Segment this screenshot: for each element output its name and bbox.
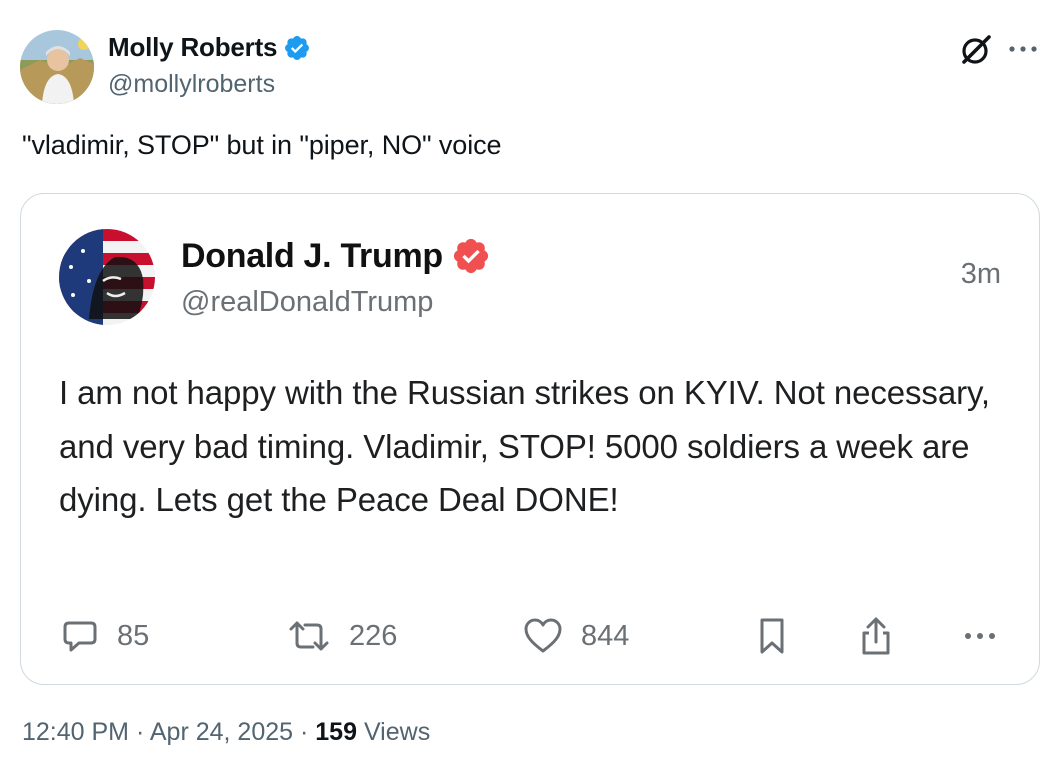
- more-icon[interactable]: [1004, 34, 1042, 64]
- author-name-row: Molly Roberts: [108, 32, 311, 63]
- verified-badge-icon: [451, 236, 491, 276]
- share-button[interactable]: [859, 614, 893, 658]
- like-button[interactable]: 844: [523, 614, 629, 658]
- grok-icon[interactable]: [958, 32, 994, 68]
- share-icon: [859, 616, 893, 656]
- verified-badge-icon: [283, 34, 311, 62]
- quote-name-row: Donald J. Trump: [181, 236, 491, 276]
- repost-count: 226: [349, 619, 398, 652]
- views-label: Views: [363, 718, 431, 746]
- author-name[interactable]: Molly Roberts: [108, 32, 278, 63]
- repost-button[interactable]: 226: [287, 614, 397, 658]
- views-count[interactable]: 159: [315, 718, 357, 746]
- bookmark-icon: [757, 616, 787, 656]
- tweet-text: "vladimir, STOP" but in "piper, NO" voic…: [22, 130, 502, 160]
- quote-author-name[interactable]: Donald J. Trump: [181, 237, 443, 276]
- reply-count: 85: [117, 619, 150, 652]
- more-icon: [961, 626, 999, 646]
- tweet-time[interactable]: 12:40 PM: [22, 718, 129, 746]
- author-avatar[interactable]: [20, 30, 94, 104]
- meta-separator: ·: [135, 718, 145, 746]
- bookmark-button[interactable]: [757, 614, 787, 658]
- like-count: 844: [581, 619, 630, 652]
- author-handle[interactable]: @mollylroberts: [108, 70, 275, 99]
- repost-icon: [287, 617, 331, 655]
- like-icon: [523, 617, 563, 655]
- tweet-date[interactable]: Apr 24, 2025: [150, 718, 293, 746]
- quote-author-handle[interactable]: @realDonaldTrump: [181, 286, 433, 319]
- reply-icon: [61, 617, 99, 655]
- quote-card[interactable]: Donald J. Trump @realDonaldTrump 3m I am…: [20, 193, 1040, 685]
- quote-time-ago: 3m: [960, 258, 1001, 290]
- quote-avatar[interactable]: [59, 229, 155, 325]
- quote-more-button[interactable]: [961, 614, 999, 658]
- tweet-meta: 12:40 PM · Apr 24, 2025 · 159 Views: [22, 718, 430, 747]
- quote-body: I am not happy with the Russian strikes …: [59, 374, 990, 518]
- reply-button[interactable]: 85: [61, 614, 149, 658]
- quote-action-bar: 85 226 844: [21, 614, 1041, 658]
- meta-separator: ·: [300, 718, 309, 746]
